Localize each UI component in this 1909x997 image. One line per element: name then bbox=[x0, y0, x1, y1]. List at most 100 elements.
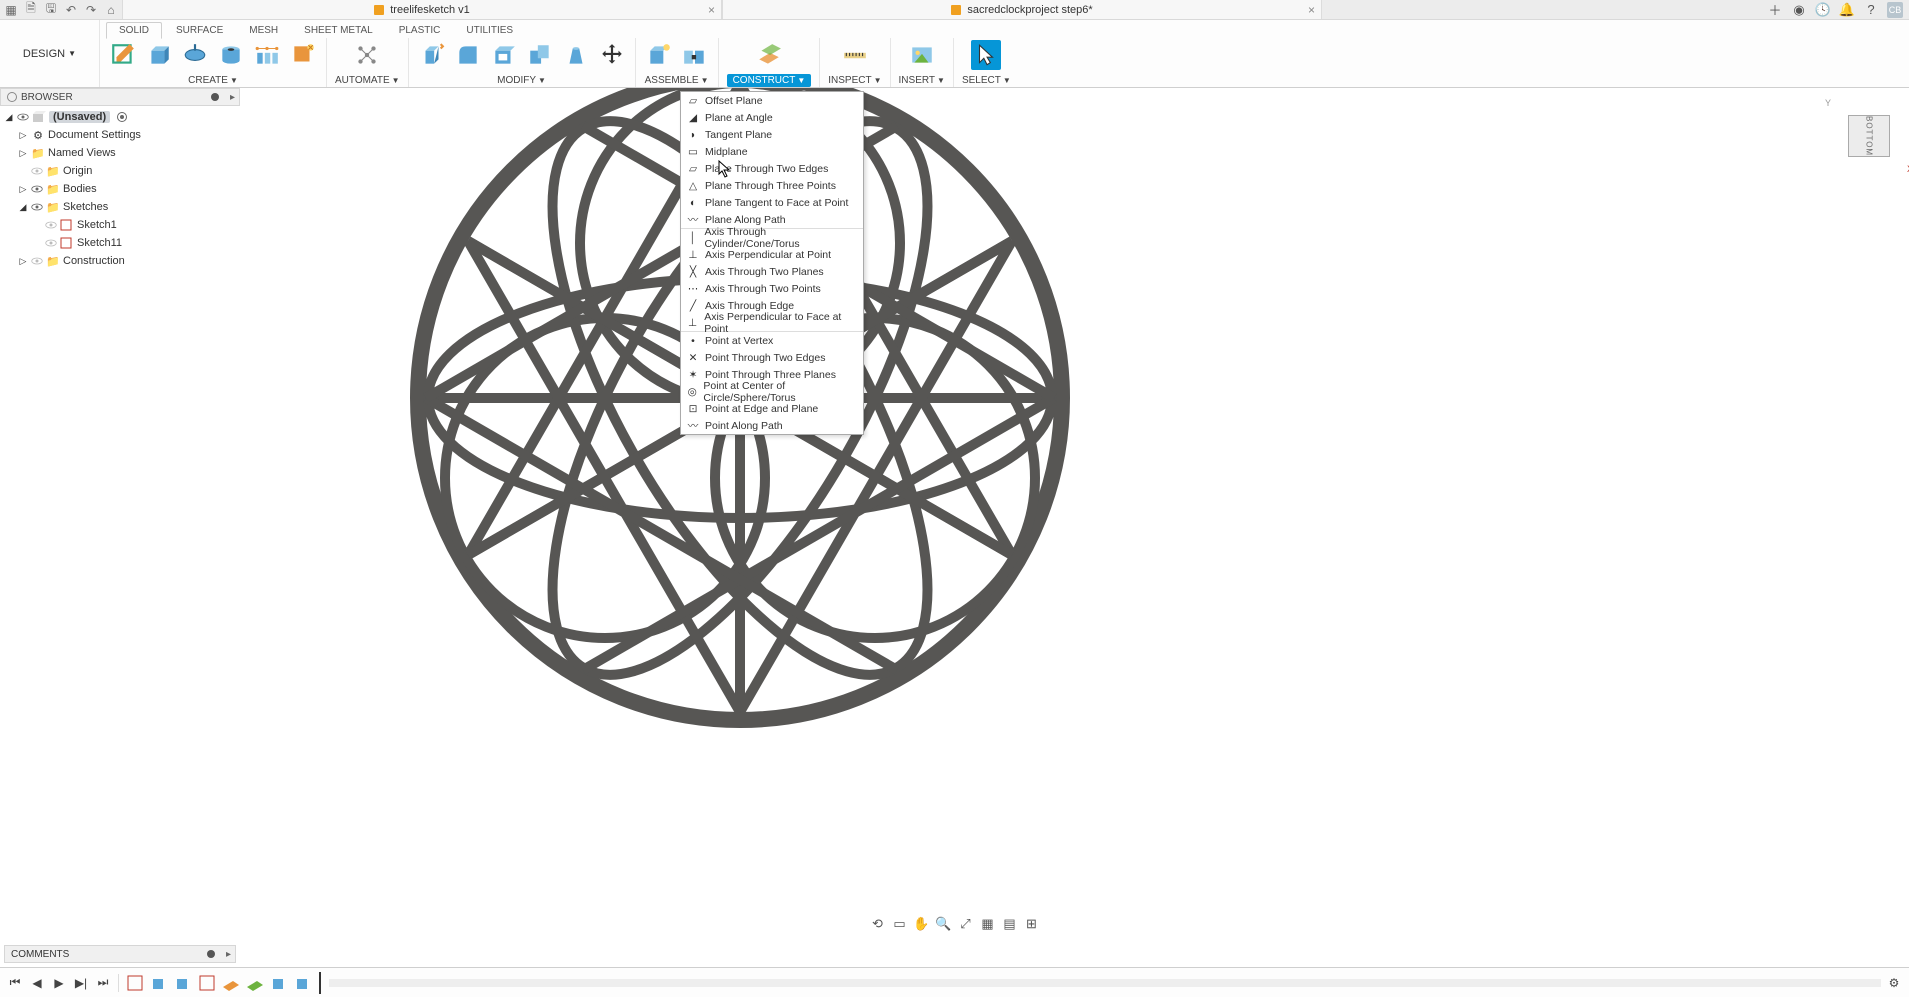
select-button[interactable] bbox=[971, 40, 1001, 70]
expand-icon[interactable]: ▷ bbox=[18, 130, 28, 141]
box-button[interactable] bbox=[288, 40, 318, 70]
home-icon[interactable]: ⌂ bbox=[104, 3, 118, 17]
combine-button[interactable] bbox=[525, 40, 555, 70]
new-component-button[interactable] bbox=[644, 40, 674, 70]
comments-panel[interactable]: COMMENTS ▸ bbox=[4, 945, 236, 963]
hole-button[interactable] bbox=[216, 40, 246, 70]
tree-item-construction[interactable]: ▷ 📁 Construction bbox=[4, 252, 240, 270]
options-icon[interactable] bbox=[207, 950, 215, 958]
presspull-button[interactable] bbox=[417, 40, 447, 70]
eye-icon[interactable] bbox=[31, 165, 43, 177]
eye-icon[interactable] bbox=[31, 183, 43, 195]
canvas[interactable] bbox=[0, 88, 1909, 997]
timeline-marker[interactable] bbox=[319, 972, 321, 994]
timeline-start-icon[interactable]: ⏮ bbox=[6, 974, 24, 992]
ribbon-tab-utilities[interactable]: UTILITIES bbox=[454, 23, 525, 38]
shell-button[interactable] bbox=[489, 40, 519, 70]
ribbon-tab-surface[interactable]: SURFACE bbox=[164, 23, 235, 38]
group-modify-label[interactable]: MODIFY▼ bbox=[497, 75, 546, 87]
timeline-back-icon[interactable]: ◀ bbox=[28, 974, 46, 992]
extrude-button[interactable] bbox=[144, 40, 174, 70]
sketch-button[interactable] bbox=[108, 40, 138, 70]
group-insert-label[interactable]: INSERT▼ bbox=[899, 75, 945, 87]
eye-icon[interactable] bbox=[45, 219, 57, 231]
feature-extrude[interactable] bbox=[149, 973, 169, 993]
notifications-icon[interactable]: 🔔 bbox=[1839, 2, 1855, 18]
group-inspect-label[interactable]: INSPECT▼ bbox=[828, 75, 881, 87]
mi-tangent-plane[interactable]: ◗Tangent Plane bbox=[681, 126, 863, 143]
mi-plane-two-edges[interactable]: ▱Plane Through Two Edges bbox=[681, 160, 863, 177]
viewcube[interactable]: Y BOTTOM X bbox=[1839, 106, 1899, 166]
timeline-play-icon[interactable]: ▶ bbox=[50, 974, 68, 992]
pattern-button[interactable] bbox=[252, 40, 282, 70]
zoom-icon[interactable]: 🔍 bbox=[935, 915, 953, 933]
browser-header[interactable]: BROWSER ▸ bbox=[0, 88, 240, 106]
ribbon-tab-plastic[interactable]: PLASTIC bbox=[387, 23, 453, 38]
group-assemble-label[interactable]: ASSEMBLE▼ bbox=[645, 75, 709, 87]
fit-icon[interactable]: ⤢ bbox=[957, 915, 975, 933]
display-icon[interactable]: ▦ bbox=[979, 915, 997, 933]
move-button[interactable] bbox=[597, 40, 627, 70]
feature-sketch[interactable] bbox=[125, 973, 145, 993]
mi-point-two-edges[interactable]: ✕Point Through Two Edges bbox=[681, 349, 863, 366]
mi-plane-at-angle[interactable]: ◢Plane at Angle bbox=[681, 109, 863, 126]
help-icon[interactable]: ? bbox=[1863, 2, 1879, 18]
expand-icon[interactable]: ▷ bbox=[18, 256, 28, 267]
eye-icon[interactable] bbox=[45, 237, 57, 249]
group-create-label[interactable]: CREATE▼ bbox=[188, 75, 238, 87]
joint-button[interactable] bbox=[680, 40, 710, 70]
feature-plane[interactable] bbox=[245, 973, 265, 993]
mi-plane-tangent-face[interactable]: ◐Plane Tangent to Face at Point bbox=[681, 194, 863, 211]
mi-axis-two-planes[interactable]: ╳Axis Through Two Planes bbox=[681, 263, 863, 280]
measure-button[interactable] bbox=[840, 40, 870, 70]
new-tab-icon[interactable]: ＋ bbox=[1767, 2, 1783, 18]
file-icon[interactable]: 🗎 bbox=[24, 3, 38, 17]
clock-icon[interactable]: 🕓 bbox=[1815, 2, 1831, 18]
pin-icon[interactable]: ▸ bbox=[226, 949, 231, 960]
eye-icon[interactable] bbox=[31, 255, 43, 267]
save-icon[interactable]: 🖫 bbox=[44, 3, 58, 17]
timeline-fwd-icon[interactable]: ▶| bbox=[72, 974, 90, 992]
eye-icon[interactable] bbox=[17, 111, 29, 123]
viewports-icon[interactable]: ⊞ bbox=[1023, 915, 1041, 933]
mi-offset-plane[interactable]: ▱Offset Plane bbox=[681, 92, 863, 109]
feature-plane[interactable] bbox=[221, 973, 241, 993]
mi-plane-three-points[interactable]: △Plane Through Three Points bbox=[681, 177, 863, 194]
timeline-end-icon[interactable]: ⏭ bbox=[94, 974, 112, 992]
group-select-label[interactable]: SELECT▼ bbox=[962, 75, 1011, 87]
timeline-settings-icon[interactable]: ⚙ bbox=[1885, 974, 1903, 992]
group-construct-label[interactable]: CONSTRUCT▼ bbox=[727, 74, 812, 87]
tree-root[interactable]: ◢ (Unsaved) bbox=[4, 108, 240, 126]
revolve-button[interactable] bbox=[180, 40, 210, 70]
mi-axis-perp-face[interactable]: ⊥Axis Perpendicular to Face at Point bbox=[681, 314, 863, 331]
workspace-switcher[interactable]: DESIGN ▼ bbox=[0, 20, 100, 87]
mi-axis-two-points[interactable]: ⋯Axis Through Two Points bbox=[681, 280, 863, 297]
mi-point-vertex[interactable]: •Point at Vertex bbox=[681, 332, 863, 349]
ribbon-tab-sheetmetal[interactable]: SHEET METAL bbox=[292, 23, 385, 38]
redo-icon[interactable]: ↷ bbox=[84, 3, 98, 17]
group-automate-label[interactable]: AUTOMATE▼ bbox=[335, 75, 400, 87]
insert-button[interactable] bbox=[907, 40, 937, 70]
ribbon-tab-solid[interactable]: SOLID bbox=[106, 22, 162, 39]
lookat-icon[interactable]: ▭ bbox=[891, 915, 909, 933]
tree-item-docsettings[interactable]: ▷ ⚙ Document Settings bbox=[4, 126, 240, 144]
extensions-icon[interactable]: ◉ bbox=[1791, 2, 1807, 18]
pan-icon[interactable]: ✋ bbox=[913, 915, 931, 933]
expand-icon[interactable]: ▷ bbox=[18, 184, 28, 195]
close-icon[interactable]: × bbox=[1308, 3, 1315, 17]
close-icon[interactable]: × bbox=[708, 3, 715, 17]
tree-item-origin[interactable]: ▷ 📁 Origin bbox=[4, 162, 240, 180]
avatar[interactable]: CB bbox=[1887, 2, 1903, 18]
tree-item-sketch1[interactable]: ▷ Sketch1 bbox=[4, 216, 240, 234]
active-radio-icon[interactable] bbox=[117, 112, 127, 122]
construct-plane-button[interactable] bbox=[754, 40, 784, 70]
feature-extrude[interactable] bbox=[293, 973, 313, 993]
viewcube-face[interactable]: BOTTOM bbox=[1848, 115, 1890, 157]
mi-midplane[interactable]: ▭Midplane bbox=[681, 143, 863, 160]
orbit-icon[interactable]: ⟲ bbox=[869, 915, 887, 933]
collapse-icon[interactable]: ◢ bbox=[4, 112, 14, 123]
apps-icon[interactable]: ▦ bbox=[4, 3, 18, 17]
pin-icon[interactable]: ▸ bbox=[230, 92, 235, 103]
tree-item-sketch11[interactable]: ▷ Sketch11 bbox=[4, 234, 240, 252]
expand-icon[interactable]: ▷ bbox=[18, 148, 28, 159]
